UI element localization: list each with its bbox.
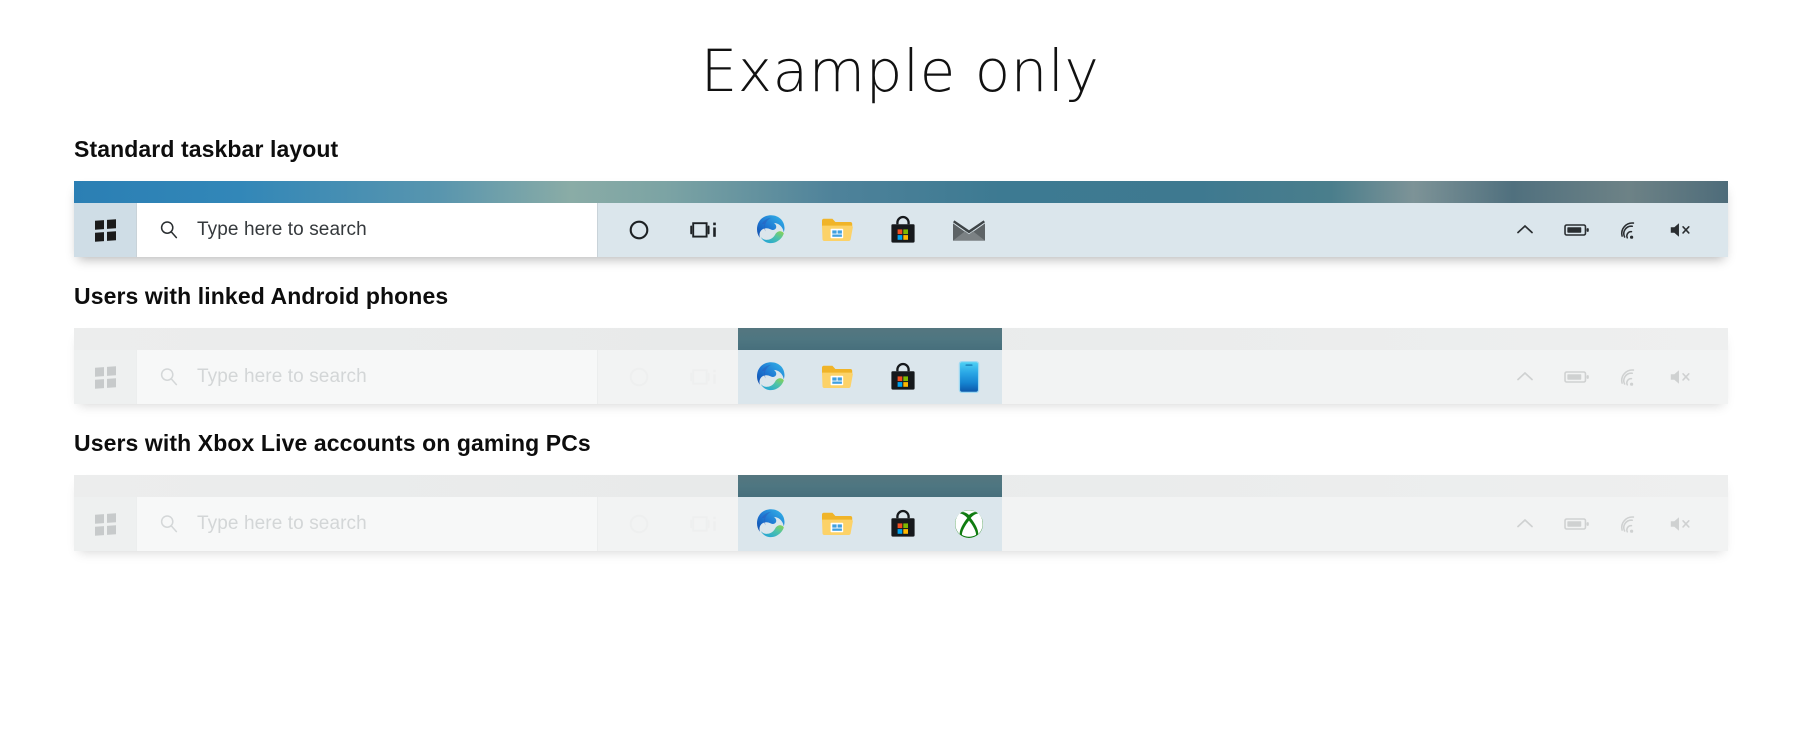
- section-heading: Standard taskbar layout: [74, 136, 339, 162]
- search-input[interactable]: Type here to search: [136, 350, 598, 404]
- taskbar-mock: Type here to search: [74, 328, 1728, 404]
- taskbar: Type here to search: [74, 475, 1728, 551]
- wifi-icon[interactable]: [1616, 217, 1642, 243]
- search-icon: [157, 365, 181, 389]
- file-explorer-icon[interactable]: [804, 203, 870, 257]
- taskbar-mock: Type here to search: [74, 475, 1728, 551]
- windows-logo-icon: [94, 512, 116, 536]
- chevron-up-icon[interactable]: [1512, 364, 1538, 390]
- edge-icon[interactable]: [738, 203, 804, 257]
- taskbar: Type here to search: [74, 203, 1728, 257]
- search-placeholder: Type here to search: [197, 366, 367, 387]
- taskbar-section: Users with linked Android phones Type he…: [74, 283, 1800, 404]
- microsoft-store-icon[interactable]: [870, 350, 936, 404]
- search-input[interactable]: Type here to search: [136, 203, 598, 257]
- search-icon: [157, 512, 181, 536]
- mail-icon[interactable]: [936, 203, 1002, 257]
- taskbar-section: Users with Xbox Live accounts on gaming …: [74, 430, 1800, 551]
- taskbar-mock: Type here to search: [74, 181, 1728, 257]
- pinned-apps-area: [598, 475, 1512, 551]
- search-placeholder: Type here to search: [197, 513, 367, 534]
- cortana-icon[interactable]: [606, 497, 672, 551]
- search-input[interactable]: Type here to search: [136, 497, 598, 551]
- pinned-apps-area: [598, 203, 1512, 257]
- task-view-icon[interactable]: [672, 497, 738, 551]
- start-button[interactable]: [74, 350, 136, 404]
- desktop-wallpaper-strip: [74, 328, 1728, 350]
- speaker-muted-icon[interactable]: [1668, 364, 1694, 390]
- your-phone-icon[interactable]: [936, 350, 1002, 404]
- microsoft-store-icon[interactable]: [870, 497, 936, 551]
- section-heading: Users with Xbox Live accounts on gaming …: [74, 430, 591, 456]
- wifi-icon[interactable]: [1616, 364, 1642, 390]
- system-tray: [1512, 497, 1728, 551]
- task-view-icon[interactable]: [672, 203, 738, 257]
- system-tray: [1512, 350, 1728, 404]
- system-tray: [1512, 203, 1728, 257]
- chevron-up-icon[interactable]: [1512, 511, 1538, 537]
- task-view-icon[interactable]: [672, 350, 738, 404]
- windows-logo-icon: [94, 218, 116, 242]
- battery-icon[interactable]: [1564, 511, 1590, 537]
- microsoft-store-icon[interactable]: [870, 203, 936, 257]
- windows-logo-icon: [94, 365, 116, 389]
- file-explorer-icon[interactable]: [804, 497, 870, 551]
- page-title: Example only: [700, 37, 1100, 105]
- start-button[interactable]: [74, 203, 136, 257]
- cortana-icon[interactable]: [606, 350, 672, 404]
- battery-icon[interactable]: [1564, 364, 1590, 390]
- taskbar: Type here to search: [74, 328, 1728, 404]
- file-explorer-icon[interactable]: [804, 350, 870, 404]
- battery-icon[interactable]: [1564, 217, 1590, 243]
- xbox-icon[interactable]: [936, 497, 1002, 551]
- speaker-muted-icon[interactable]: [1668, 511, 1694, 537]
- chevron-up-icon[interactable]: [1512, 217, 1538, 243]
- section-heading: Users with linked Android phones: [74, 283, 449, 309]
- taskbar-section: Standard taskbar layout Type here to sea…: [74, 136, 1800, 257]
- edge-icon[interactable]: [738, 350, 804, 404]
- pinned-apps-area: [598, 328, 1512, 404]
- desktop-wallpaper-strip: [74, 181, 1728, 203]
- edge-icon[interactable]: [738, 497, 804, 551]
- sections-container: Standard taskbar layout Type here to sea…: [0, 136, 1800, 551]
- search-placeholder: Type here to search: [197, 219, 367, 240]
- start-button[interactable]: [74, 497, 136, 551]
- wifi-icon[interactable]: [1616, 511, 1642, 537]
- search-icon: [157, 218, 181, 242]
- speaker-muted-icon[interactable]: [1668, 217, 1694, 243]
- cortana-icon[interactable]: [606, 203, 672, 257]
- desktop-wallpaper-strip: [74, 475, 1728, 497]
